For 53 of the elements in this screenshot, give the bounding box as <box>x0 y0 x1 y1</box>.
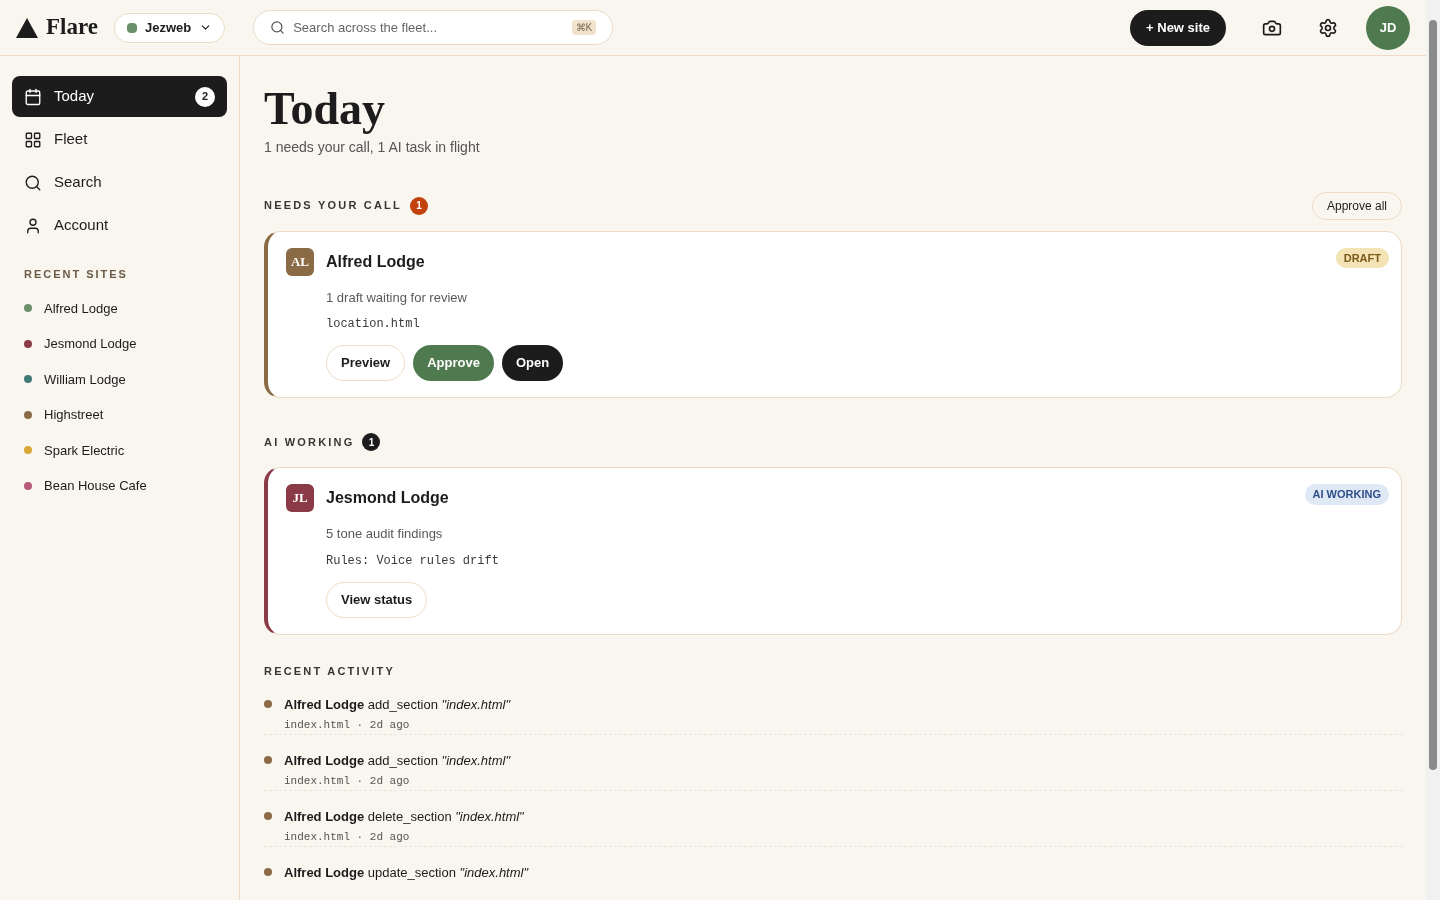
activity-meta: index.html · 2d ago <box>284 829 411 845</box>
section-heading: RECENT SITES <box>24 267 129 282</box>
nav-item[interactable]: Account <box>12 205 227 246</box>
nav-item[interactable]: Today 2 <box>12 76 227 117</box>
card-detail: Rules: Voice rules drift <box>326 552 500 570</box>
card-summary: 1 draft waiting for review <box>326 288 468 307</box>
calendar-icon <box>24 87 42 106</box>
recent-site-link[interactable]: Bean House Cafe <box>12 468 227 504</box>
section-heading: NEEDS YOUR CALL <box>264 198 402 214</box>
search-icon <box>270 20 286 35</box>
nav-item[interactable]: Search <box>12 162 227 203</box>
section-heading: AI WORKING <box>264 434 355 450</box>
page-title: Today <box>264 84 387 135</box>
new-site-button[interactable]: + New site <box>1130 9 1226 46</box>
recent-site-link[interactable]: Alfred Lodge <box>12 290 227 326</box>
activity-text: Alfred Lodge add_section "index.html" <box>284 752 510 771</box>
section-heading: RECENT ACTIVITY <box>264 663 396 679</box>
search-icon <box>24 173 42 192</box>
activity-text: Alfred Lodge update_section "index.html" <box>284 864 529 883</box>
activity-meta: index.html · 2d ago <box>284 773 411 789</box>
triangle-logo-icon <box>16 17 38 38</box>
site-initials: AL <box>286 247 314 276</box>
recent-site-link[interactable]: Jesmond Lodge <box>12 326 227 362</box>
activity-text: Alfred Lodge delete_section "index.html" <box>284 808 524 827</box>
status-tag: DRAFT <box>1335 247 1389 269</box>
recent-site-link[interactable]: Highstreet <box>12 397 227 433</box>
site-initials: JL <box>286 484 314 513</box>
card-action-button[interactable]: Open <box>501 345 564 382</box>
count-badge: 2 <box>195 86 215 107</box>
card-detail: location.html <box>326 316 421 334</box>
brand-name: Flare <box>46 13 98 42</box>
card-summary: 5 tone audit findings <box>326 525 444 544</box>
recent-site-link[interactable]: Spark Electric <box>12 432 227 468</box>
grid-icon <box>24 130 42 149</box>
nav-item[interactable]: Fleet <box>12 119 227 160</box>
site-name: Jesmond Lodge <box>326 488 449 509</box>
user-icon <box>24 216 42 235</box>
status-tag: AI WORKING <box>1304 484 1389 505</box>
search-input[interactable]: Search across the fleet... <box>293 17 564 38</box>
card-action-button[interactable]: Approve <box>413 345 494 382</box>
count-badge: 1 <box>409 196 428 215</box>
user-avatar[interactable]: JD <box>1366 5 1410 50</box>
count-badge: 1 <box>362 433 381 452</box>
activity-meta: index.html · 2d ago <box>284 717 411 733</box>
card-action-button[interactable]: View status <box>326 581 428 618</box>
shortcut-hint: ⌘K <box>571 20 597 35</box>
search-field[interactable]: Search across the fleet... ⌘K <box>253 10 614 45</box>
recent-site-link[interactable]: William Lodge <box>12 361 227 397</box>
page-subtitle: 1 needs your call, 1 AI task in flight <box>264 137 481 157</box>
card-action-button[interactable]: Preview <box>326 345 406 382</box>
workspace-selector[interactable]: Jezweb <box>113 12 226 43</box>
site-name: Alfred Lodge <box>326 251 425 272</box>
activity-text: Alfred Lodge add_section "index.html" <box>284 696 510 715</box>
